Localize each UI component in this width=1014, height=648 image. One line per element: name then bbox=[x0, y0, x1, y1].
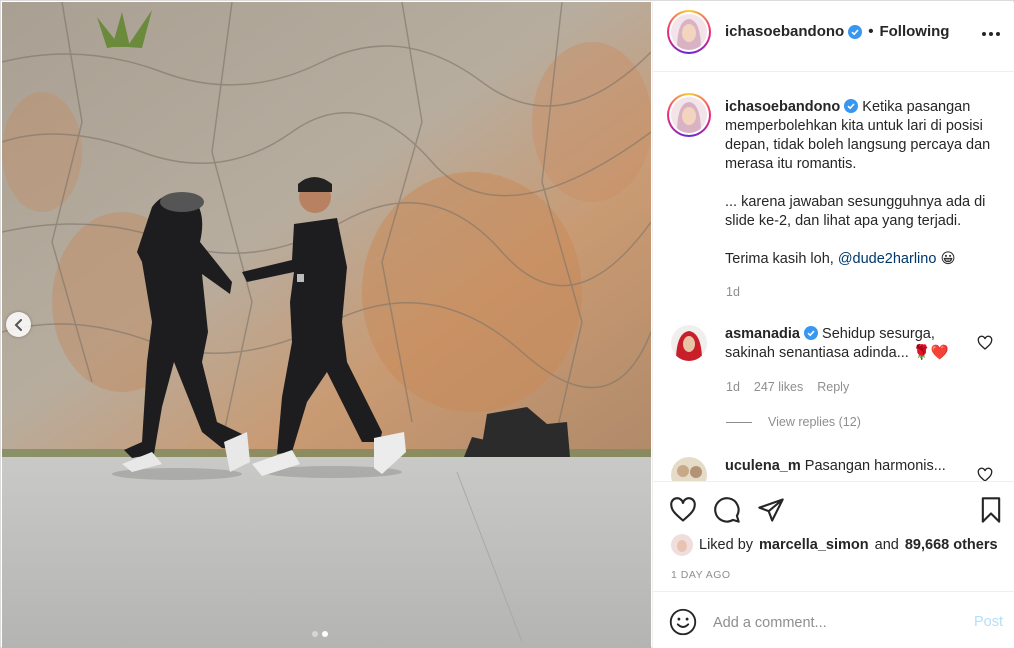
following-button[interactable]: Following bbox=[879, 23, 949, 40]
header-separator: • bbox=[868, 23, 874, 40]
comment-reply-button[interactable]: Reply bbox=[817, 380, 849, 394]
bookmark-icon[interactable] bbox=[977, 496, 1005, 524]
verified-icon bbox=[844, 99, 859, 113]
avatar-image bbox=[671, 534, 693, 556]
comment-body: Pasangan harmonis... bbox=[804, 458, 946, 474]
likes-summary: Liked by marcella_simon and 89,668 other… bbox=[671, 534, 998, 556]
post-photo bbox=[2, 2, 651, 648]
verified-icon bbox=[848, 24, 863, 39]
more-icon bbox=[982, 32, 986, 36]
share-icon[interactable] bbox=[757, 496, 785, 524]
caption-time[interactable]: 1d bbox=[726, 285, 740, 299]
avatar-image bbox=[671, 325, 707, 361]
verified-icon bbox=[804, 326, 818, 340]
commenter-username[interactable]: asmanadia bbox=[725, 326, 800, 342]
comment-time[interactable]: 1d bbox=[726, 380, 740, 394]
carousel-prev-button[interactable] bbox=[6, 312, 31, 337]
caption-emoji: 😀 bbox=[940, 251, 956, 267]
chevron-left-icon bbox=[14, 318, 22, 331]
view-replies-button[interactable]: View replies (12) bbox=[726, 415, 861, 429]
commenter-username[interactable]: uculena_m bbox=[725, 458, 801, 474]
commenter-avatar[interactable] bbox=[671, 325, 707, 361]
liked-by-and: and bbox=[874, 537, 899, 553]
header-user-row: ichasoebandono • Following bbox=[725, 23, 949, 40]
comment-text: uculena_m Pasangan harmonis... bbox=[725, 457, 970, 476]
add-comment-bar: Post bbox=[653, 591, 1014, 648]
avatar-image bbox=[671, 457, 707, 481]
post-dialog: ichasoebandono • Following ichasoebandon… bbox=[0, 0, 1014, 648]
post-comment-button[interactable]: Post bbox=[974, 614, 1003, 630]
liked-by-prefix: Liked by bbox=[699, 537, 754, 553]
caption-mention-link[interactable]: @dude2harlino bbox=[838, 251, 937, 267]
avatar-image bbox=[671, 14, 707, 50]
comment-icon[interactable] bbox=[713, 496, 741, 524]
author-username[interactable]: ichasoebandono bbox=[725, 23, 844, 40]
comment-text: asmanadia Sehidup sesurga, sakinah senan… bbox=[725, 325, 970, 363]
caption-avatar[interactable] bbox=[667, 93, 711, 137]
avatar-image bbox=[671, 97, 707, 133]
photo-image bbox=[2, 2, 651, 648]
comment-meta: 1d 247 likes Reply bbox=[726, 380, 849, 394]
comment-like-icon[interactable] bbox=[977, 467, 993, 481]
caption-username[interactable]: ichasoebandono bbox=[725, 99, 840, 115]
liked-by-others[interactable]: 89,668 others bbox=[905, 537, 998, 553]
emoji-icon[interactable] bbox=[669, 608, 697, 636]
caption-paragraph-2: ... karena jawaban sesungguhnya ada di s… bbox=[725, 194, 986, 229]
comment-likes[interactable]: 247 likes bbox=[754, 380, 803, 394]
more-options-button[interactable] bbox=[979, 24, 1003, 44]
post-actions: Liked by marcella_simon and 89,668 other… bbox=[653, 481, 1014, 591]
carousel-dot-active bbox=[322, 631, 328, 637]
comment-input[interactable] bbox=[713, 610, 953, 636]
liker-avatar[interactable] bbox=[671, 534, 693, 556]
post-header: ichasoebandono • Following bbox=[653, 2, 1014, 72]
carousel-dot bbox=[312, 631, 318, 637]
caption-paragraph-3: Terima kasih loh, bbox=[725, 251, 838, 267]
carousel-dots bbox=[312, 631, 328, 637]
post-side-panel: ichasoebandono • Following ichasoebandon… bbox=[652, 2, 1014, 648]
comments-section[interactable]: ichasoebandono Ketika pasangan memperbol… bbox=[653, 73, 1014, 481]
post-caption: ichasoebandono Ketika pasangan memperbol… bbox=[725, 98, 995, 288]
post-date[interactable]: 1 DAY AGO bbox=[671, 569, 731, 581]
commenter-avatar[interactable] bbox=[671, 457, 707, 481]
liked-by-user[interactable]: marcella_simon bbox=[759, 537, 869, 553]
replies-divider bbox=[726, 421, 752, 423]
author-avatar[interactable] bbox=[667, 10, 711, 54]
comment-like-icon[interactable] bbox=[977, 335, 993, 351]
heart-icon[interactable] bbox=[669, 496, 697, 524]
view-replies-label: View replies (12) bbox=[768, 415, 861, 429]
